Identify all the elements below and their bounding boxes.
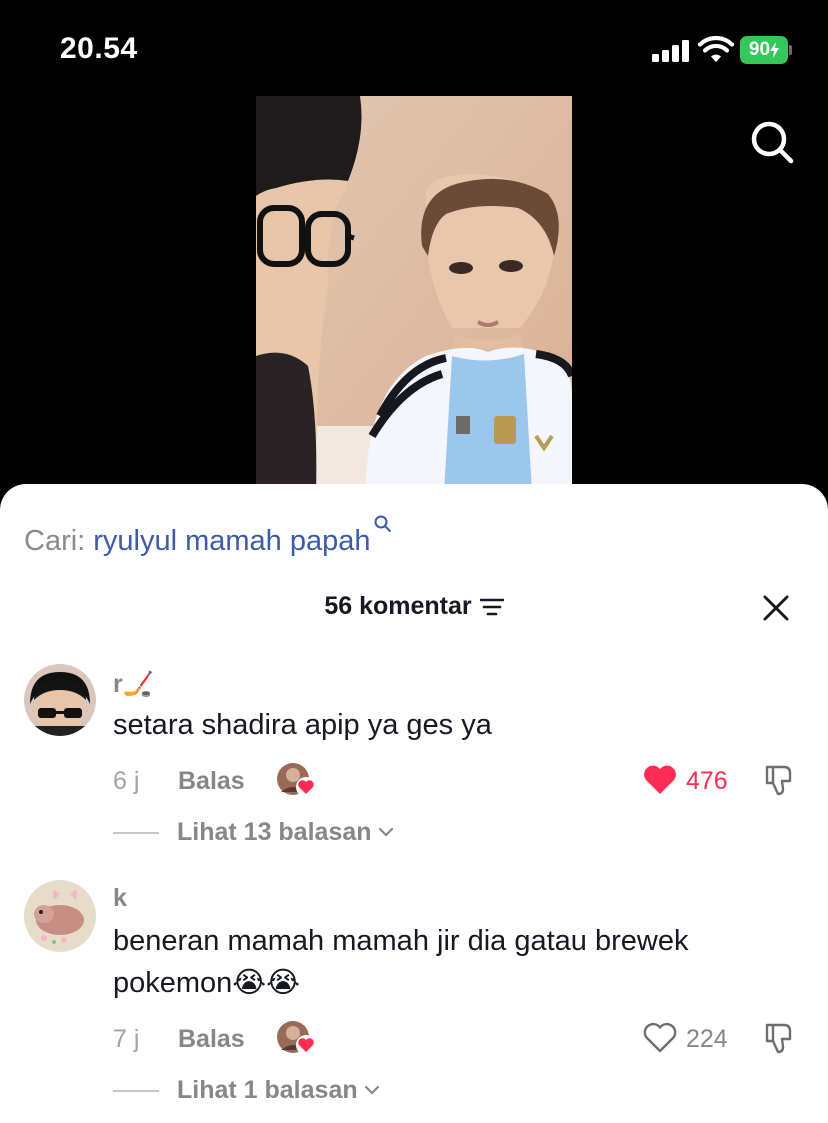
- reply-button[interactable]: Balas: [178, 767, 245, 796]
- status-bar: 20.54 90: [0, 0, 828, 96]
- search-suggestion-prefix: Cari:: [24, 525, 86, 557]
- status-time: 20.54: [60, 32, 138, 65]
- creator-liked-icon: [277, 763, 316, 797]
- like-heart-icon[interactable]: [642, 764, 678, 796]
- creator-liked-icon: [277, 1021, 316, 1055]
- sort-filter-icon[interactable]: [479, 598, 504, 616]
- search-suggestion[interactable]: Cari: ryulyul mamah papah: [24, 514, 393, 558]
- wifi-icon: [698, 36, 734, 62]
- avatar[interactable]: [24, 880, 96, 952]
- comment-username[interactable]: r🏒: [113, 670, 154, 699]
- comments-sheet: Cari: ryulyul mamah papah 56 komentar r🏒 …: [0, 484, 828, 1123]
- comment-time: 6 j: [113, 767, 140, 795]
- comment-count: 56 komentar: [324, 592, 472, 620]
- dislike-icon[interactable]: [762, 763, 796, 797]
- cellular-signal-icon: [652, 40, 690, 62]
- search-icon[interactable]: [748, 118, 796, 166]
- search-small-icon: [374, 515, 391, 532]
- view-replies-button[interactable]: Lihat 13 balasan: [113, 818, 394, 847]
- search-suggestion-query[interactable]: ryulyul mamah papah: [93, 525, 370, 557]
- view-replies-label: Lihat 13 balasan: [177, 818, 372, 846]
- close-icon[interactable]: [762, 594, 790, 622]
- replies-divider: [113, 1090, 159, 1093]
- like-heart-outline-icon[interactable]: [642, 1022, 678, 1054]
- like-count: 224: [686, 1025, 728, 1053]
- view-replies-button[interactable]: Lihat 1 balasan: [113, 1076, 380, 1105]
- view-replies-label: Lihat 1 balasan: [177, 1076, 358, 1104]
- comment-text: beneran mamah mamah jir dia gatau brewek…: [113, 925, 689, 999]
- chevron-down-icon: [364, 1085, 379, 1095]
- reply-button[interactable]: Balas: [178, 1025, 245, 1054]
- video-preview[interactable]: [256, 96, 572, 492]
- video-frame-image: [256, 96, 572, 492]
- comment-text: setara shadira apip ya ges ya: [113, 709, 492, 741]
- charging-bolt-icon: [770, 42, 780, 58]
- battery-indicator: 90: [740, 36, 792, 64]
- dislike-icon[interactable]: [762, 1021, 796, 1055]
- replies-divider: [113, 832, 159, 835]
- comments-header: 56 komentar: [0, 592, 828, 621]
- comment-time: 7 j: [113, 1025, 140, 1053]
- like-count: 476: [686, 767, 728, 795]
- avatar[interactable]: [24, 664, 96, 736]
- chevron-down-icon: [378, 827, 393, 837]
- comment-username[interactable]: k: [113, 884, 127, 913]
- battery-level: 90: [748, 39, 771, 60]
